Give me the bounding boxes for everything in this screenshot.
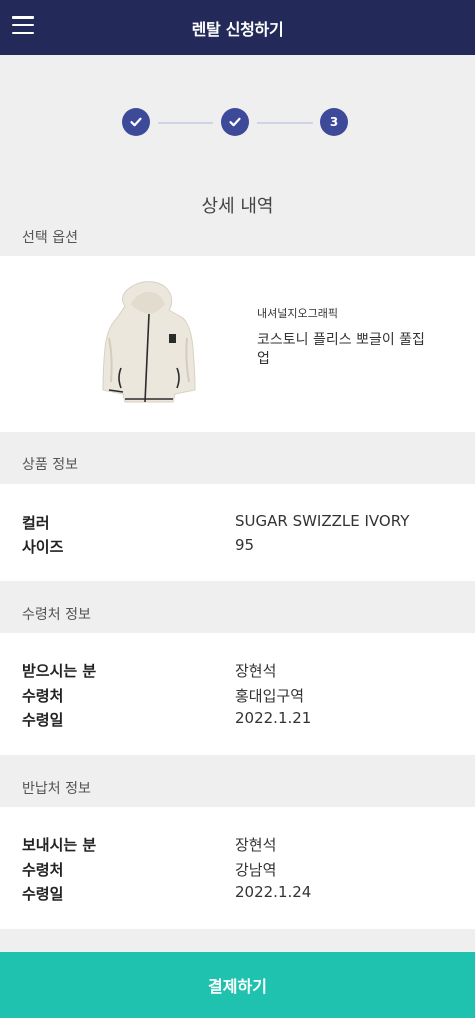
check-icon	[229, 117, 241, 127]
row-value: SUGAR SWIZZLE IVORY	[235, 512, 410, 530]
app-header: 렌탈 신청하기	[0, 0, 475, 55]
return-info-label: 반납처 정보	[22, 781, 91, 797]
row-key: 보내시는 분	[22, 836, 97, 854]
info-row-pickup-date: 수령일 2022.1.21	[22, 709, 452, 733]
page-title: 렌탈 신청하기	[191, 19, 284, 39]
info-row-return-date: 수령일 2022.1.24	[22, 883, 452, 907]
product-name: 코스토니 플리스 뽀글이 풀집업	[257, 332, 425, 367]
receive-info-label: 수령처 정보	[22, 607, 91, 623]
row-key: 수령일	[22, 885, 64, 903]
info-row-sender: 보내시는 분 장현석	[22, 834, 452, 858]
product-image	[102, 281, 196, 403]
product-info-label: 상품 정보	[22, 457, 78, 473]
row-value: 홍대입구역	[235, 687, 305, 705]
row-key: 사이즈	[22, 538, 64, 556]
info-row-pickup-place: 수령처 홍대입구역	[22, 685, 452, 709]
receive-info-card: 받으시는 분 장현석 수령처 홍대입구역 수령일 2022.1.21	[0, 633, 475, 755]
row-key: 수령일	[22, 711, 64, 729]
selected-option-card: 내셔널지오그래픽 코스토니 플리스 뽀글이 풀집업	[0, 256, 475, 432]
info-row-return-place: 수령처 강남역	[22, 859, 452, 883]
return-info-card: 보내시는 분 장현석 수령처 강남역 수령일 2022.1.24	[0, 807, 475, 929]
step-connector	[158, 122, 213, 124]
row-value: 강남역	[235, 861, 277, 879]
selected-option-label: 선택 옵션	[22, 230, 78, 246]
product-info-card: 컬러 SUGAR SWIZZLE IVORY 사이즈 95	[0, 484, 475, 581]
row-value: 장현석	[235, 836, 277, 854]
step-1-complete	[122, 108, 150, 136]
progress-stepper: 3	[0, 108, 475, 138]
row-value: 장현석	[235, 662, 277, 680]
row-key: 수령처	[22, 687, 64, 705]
info-row-size: 사이즈 95	[22, 536, 452, 560]
row-key: 수령처	[22, 861, 64, 879]
row-value: 2022.1.21	[235, 709, 312, 727]
pay-button[interactable]: 결제하기	[0, 952, 475, 1018]
product-brand: 내셔널지오그래픽	[257, 307, 338, 320]
check-icon	[130, 117, 142, 127]
row-value: 2022.1.24	[235, 883, 312, 901]
info-row-recipient: 받으시는 분 장현석	[22, 660, 452, 684]
section-heading: 상세 내역	[201, 196, 274, 217]
row-value: 95	[235, 536, 255, 554]
step-2-complete	[221, 108, 249, 136]
row-key: 받으시는 분	[22, 662, 97, 680]
hamburger-menu-icon[interactable]	[12, 16, 34, 34]
step-3-current: 3	[320, 108, 348, 136]
row-key: 컬러	[22, 514, 50, 532]
info-row-color: 컬러 SUGAR SWIZZLE IVORY	[22, 512, 452, 536]
step-connector	[257, 122, 313, 124]
